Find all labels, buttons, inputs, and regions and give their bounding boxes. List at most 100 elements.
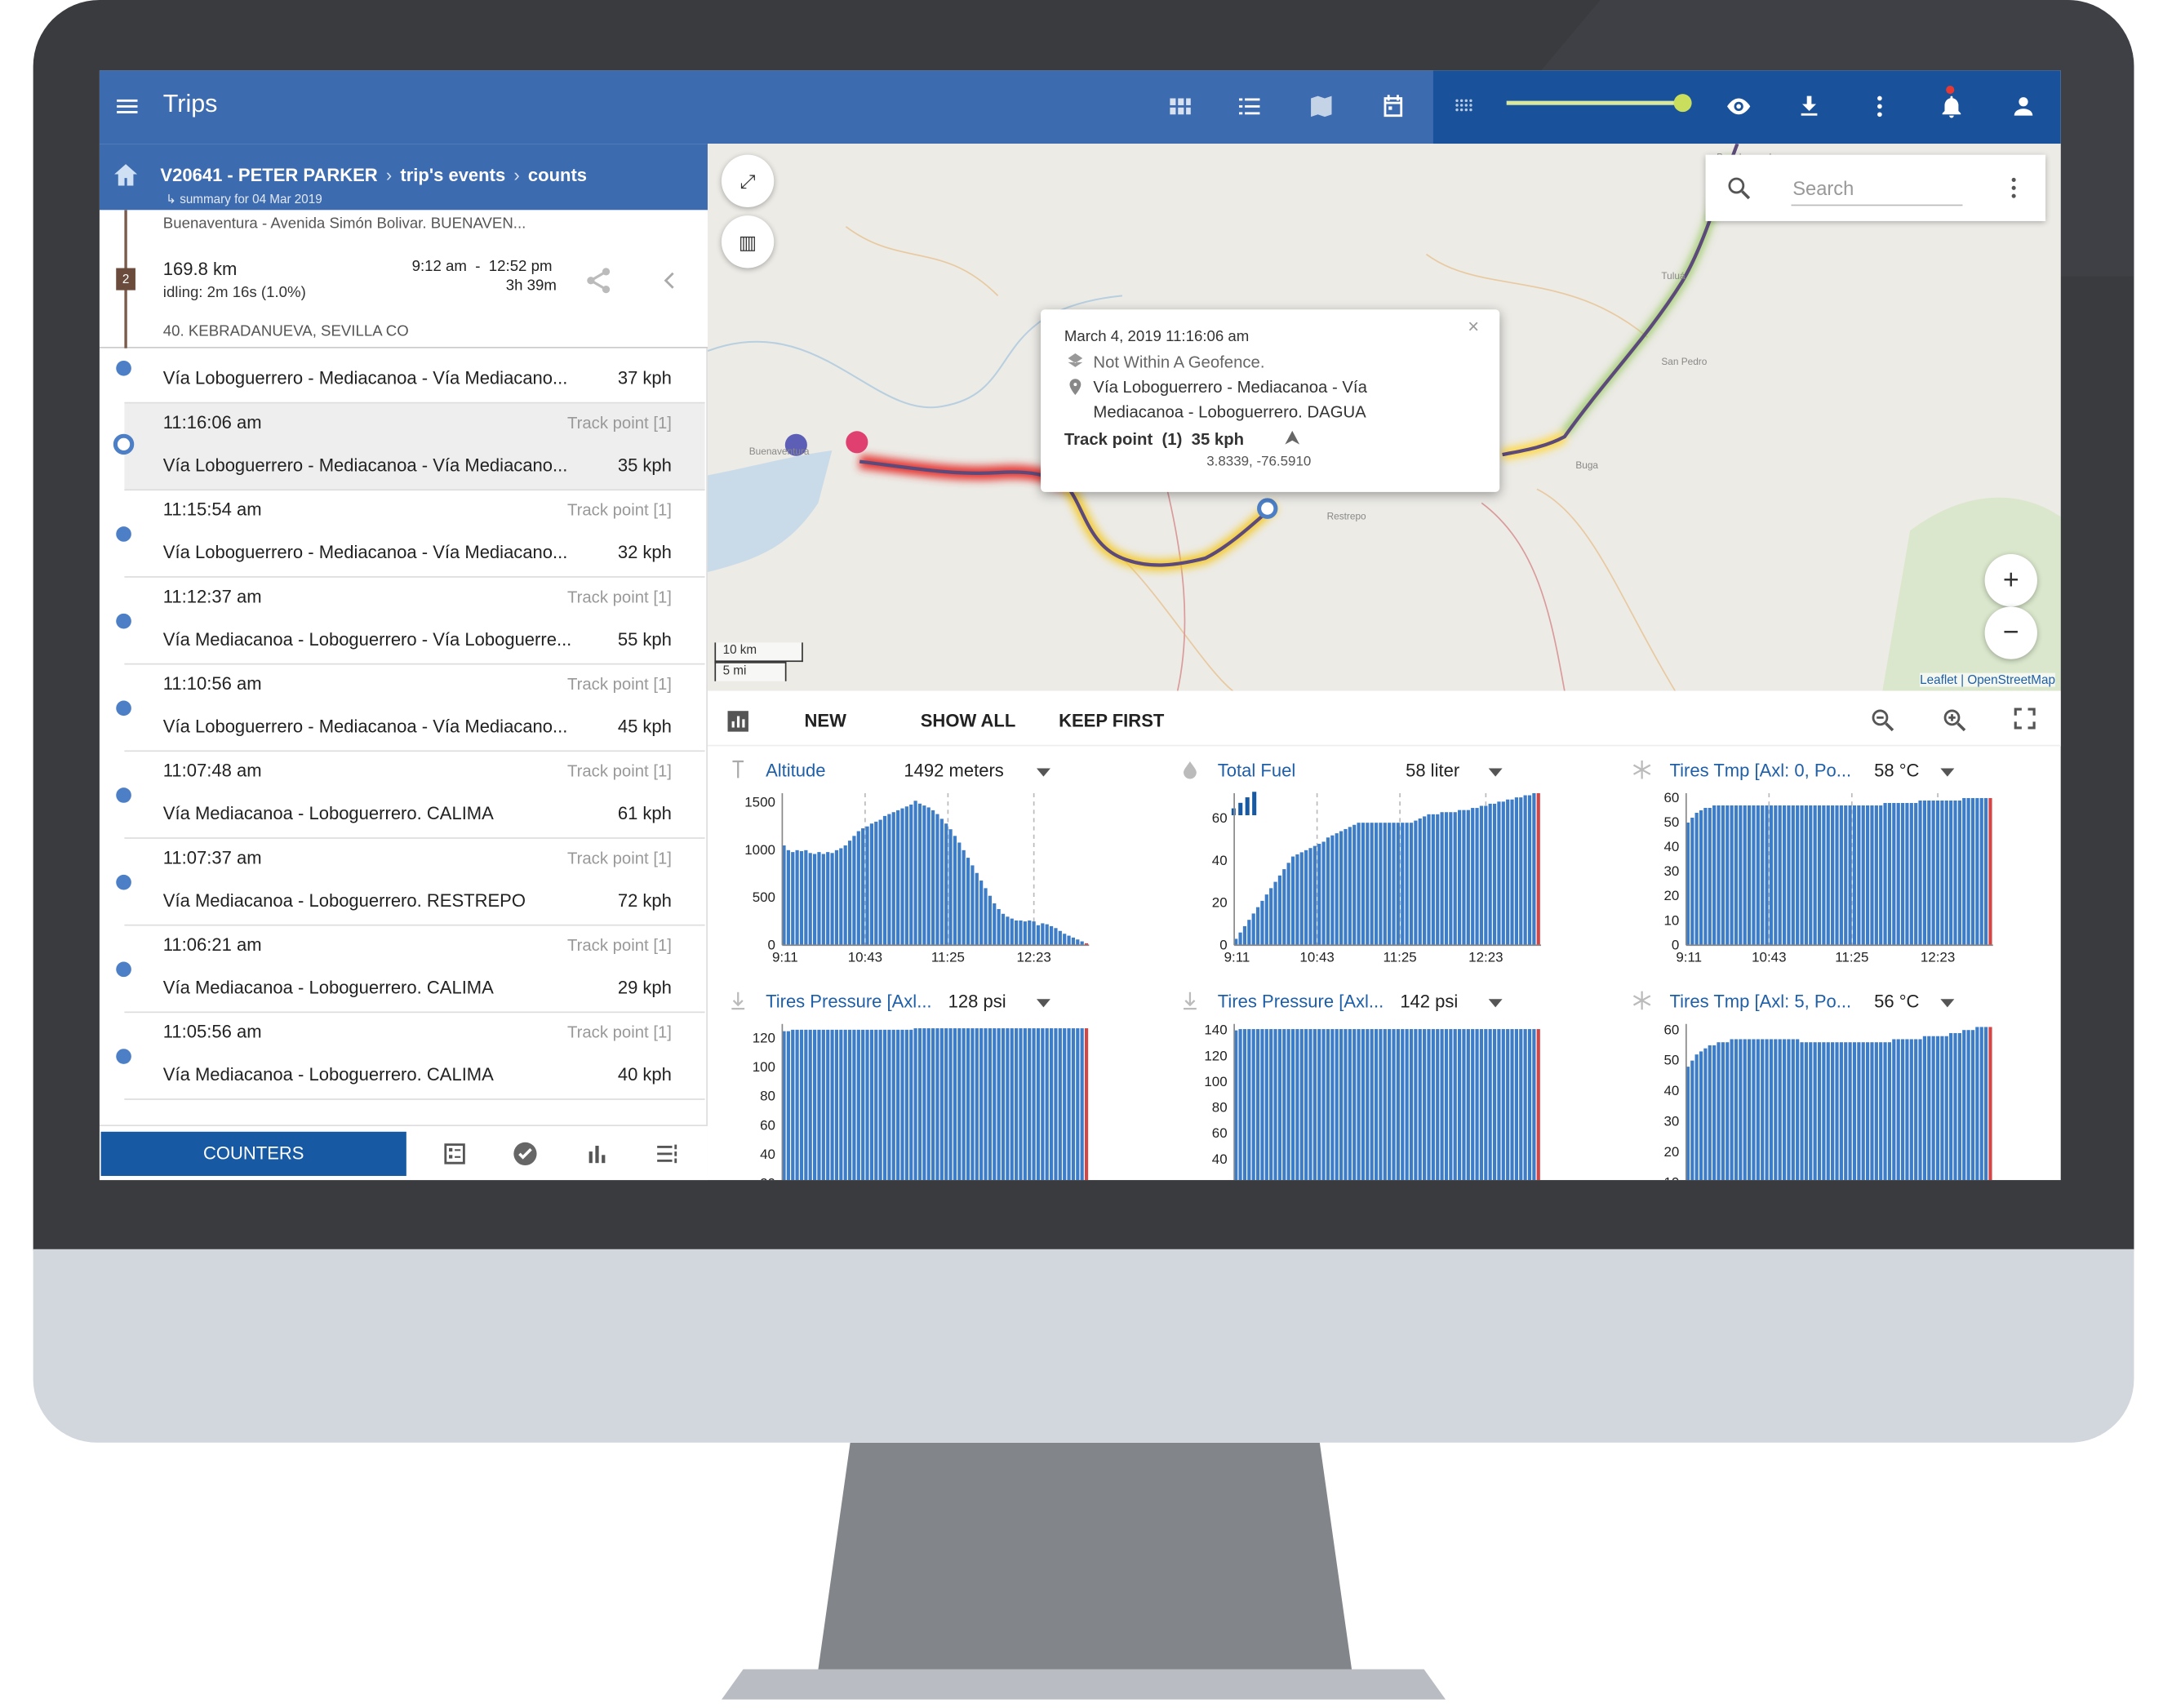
list-view-icon[interactable] (1230, 87, 1268, 126)
grid-view-icon[interactable] (1161, 87, 1199, 126)
chart-bar (909, 804, 913, 946)
density-icon[interactable] (1446, 87, 1484, 126)
map-view-icon[interactable] (1302, 87, 1340, 126)
list-item-selected[interactable]: 11:16:06 am Track point [1] Vía Loboguerre… (113, 403, 705, 491)
trip-summary[interactable]: 2 Buenaventura - Avenida Simón Bolivar. … (99, 210, 708, 348)
chart-dropdown-icon[interactable] (1940, 999, 1955, 1008)
map-attribution[interactable]: Leaflet | OpenStreetMap (1920, 672, 2055, 687)
chart-bar (1927, 800, 1931, 946)
trip-end-address: 40. KEBRADANUEVA, SEVILLA CO (162, 323, 409, 340)
map-chart-button[interactable]: ▥ (721, 215, 775, 268)
more-vert-icon[interactable] (1860, 87, 1899, 126)
show-all-button[interactable]: SHOW ALL (921, 710, 1016, 730)
list-item[interactable]: 11:12:37 am Track point [1] Vía Mediacanoa… (116, 578, 705, 665)
chart-tires-tmp-axl0[interactable]: Tires Tmp [Axl: 0, Po... 58 °C 0 10 20 30 40… (1631, 755, 2059, 976)
chart-bar (1414, 820, 1418, 946)
chart-bar (1444, 812, 1449, 946)
chart-bar (1339, 831, 1344, 946)
chart-bar (1453, 1029, 1457, 1181)
density-slider[interactable] (1506, 100, 1684, 105)
map-view[interactable]: Buenaventura Tuluá Buga Restrepo San Ped… (707, 144, 2061, 691)
ranked-list-icon[interactable] (654, 1140, 684, 1170)
calendar-icon[interactable] (1374, 87, 1412, 126)
zoom-out-button[interactable]: − (1984, 606, 2037, 659)
list-item[interactable]: 11:15:54 am Track point [1] Vía Loboguerre… (116, 490, 705, 578)
chart-bar (997, 1028, 1001, 1181)
bar-chart-icon[interactable] (584, 1140, 614, 1170)
density-slider-handle[interactable] (1673, 94, 1692, 113)
chart-dropdown-icon[interactable] (1488, 768, 1503, 777)
chart-plot: 0500100015009:11 10:43 11:25 12:23 (744, 792, 1090, 965)
chart-bar (1778, 1039, 1782, 1181)
chart-bar (1374, 1029, 1379, 1181)
chart-bar (1431, 1029, 1435, 1181)
breadcrumb-vehicle[interactable]: V20641 - PETER PARKER (160, 165, 377, 185)
chart-bar (1348, 827, 1352, 946)
home-icon[interactable] (110, 160, 140, 190)
chart-bar (847, 841, 852, 946)
chart-bar (1708, 1045, 1712, 1181)
search-input[interactable]: Search (1792, 177, 1854, 199)
account-icon[interactable] (2004, 87, 2042, 126)
check-circle-icon[interactable] (512, 1140, 542, 1170)
zoom-in-chart-icon[interactable] (1940, 706, 1968, 734)
zoom-in-button[interactable]: + (1984, 554, 2037, 607)
list-item[interactable]: 11:05:56 am Track point [1] Vía Mediacanoa… (116, 1013, 705, 1100)
chart-bar (939, 1028, 944, 1181)
zoom-out-chart-icon[interactable] (1868, 706, 1896, 734)
eye-icon[interactable] (1719, 87, 1757, 126)
breadcrumb-events[interactable]: trip's events (400, 165, 505, 185)
chart-dropdown-icon[interactable] (1036, 999, 1050, 1008)
breadcrumb-counts[interactable]: counts (528, 165, 587, 185)
svg-text:Buenaventura: Buenaventura (749, 446, 810, 457)
map-search[interactable]: Search (1705, 154, 2046, 221)
chart-dropdown-icon[interactable] (1036, 768, 1050, 777)
chart-bar (1255, 1029, 1260, 1181)
fullscreen-chart-icon[interactable] (2012, 706, 2036, 730)
list-item[interactable]: 11:07:48 am Track point [1] Vía Mediacanoa… (116, 752, 705, 839)
chart-bar (1761, 805, 1765, 946)
fullscreen-button[interactable]: ⤢ (721, 154, 775, 207)
chart-dropdown-icon[interactable] (1488, 999, 1503, 1008)
chart-dropdown-icon[interactable] (1940, 768, 1955, 777)
search-more-icon[interactable] (2000, 174, 2028, 202)
chart-bar (812, 854, 817, 946)
menu-icon[interactable] (108, 87, 146, 126)
chart-bar (1492, 803, 1497, 946)
chart-title: Tires Tmp [Axl: 0, Po... (1669, 760, 1852, 781)
bay-water (707, 450, 833, 573)
details-icon[interactable] (441, 1140, 471, 1170)
chart-tires-pressure-2[interactable]: Tires Pressure [Axl... 142 psi 20 40 60 80 1… (1179, 985, 1607, 1181)
chart-bar (1383, 1029, 1387, 1181)
chart-bar (1488, 803, 1492, 946)
chart-bar (1752, 805, 1756, 946)
chart-bar (1835, 805, 1839, 946)
share-icon[interactable] (584, 265, 614, 295)
chart-bar (1335, 1029, 1339, 1181)
chart-bar (1756, 805, 1760, 946)
chart-bar (1080, 1028, 1084, 1181)
list-item[interactable]: Vía Loboguerrero - Mediacanoa - Vía Medi… (116, 351, 705, 404)
chart-bar (1892, 802, 1896, 946)
chart-tires-pressure-1[interactable]: Tires Pressure [Axl... 128 psi 20 40 60 80 1… (727, 985, 1156, 1181)
start-marker-icon (846, 431, 868, 454)
chart-bar (1049, 1028, 1054, 1181)
chart-altitude[interactable]: Altitude 1492 meters 0 500 1000 1500 9:11 10:… (727, 755, 1156, 976)
popup-coordinates: 3.8339, -76.5910 (1206, 455, 1312, 470)
chevron-left-icon[interactable] (660, 268, 682, 293)
chart-tires-tmp-axl5[interactable]: Tires Tmp [Axl: 5, Po... 56 °C 10 20 30 40 5… (1631, 985, 2059, 1181)
popup-close-icon[interactable]: × (1468, 315, 1479, 337)
chart-total-fuel[interactable]: Total Fuel 58 liter 0 20 40 60 9:11 10:43 11:2… (1179, 755, 1607, 976)
chart-bar (1457, 1029, 1462, 1181)
chart-bar (1299, 1029, 1304, 1181)
counters-button[interactable]: COUNTERS (100, 1131, 406, 1176)
keep-first-button[interactable]: KEEP FIRST (1059, 710, 1164, 730)
page-title: Trips (162, 90, 218, 118)
list-item[interactable]: 11:07:37 am Track point [1] Vía Mediacanoa… (116, 839, 705, 926)
list-item[interactable]: 11:06:21 am Track point [1] Vía Mediacanoa… (116, 926, 705, 1014)
chart-bar (1966, 1030, 1970, 1181)
chart-bar (869, 1029, 873, 1181)
download-icon[interactable] (1790, 87, 1828, 126)
new-button[interactable]: NEW (805, 710, 846, 730)
list-item[interactable]: 11:10:56 am Track point [1] Vía Loboguerre… (116, 664, 705, 752)
